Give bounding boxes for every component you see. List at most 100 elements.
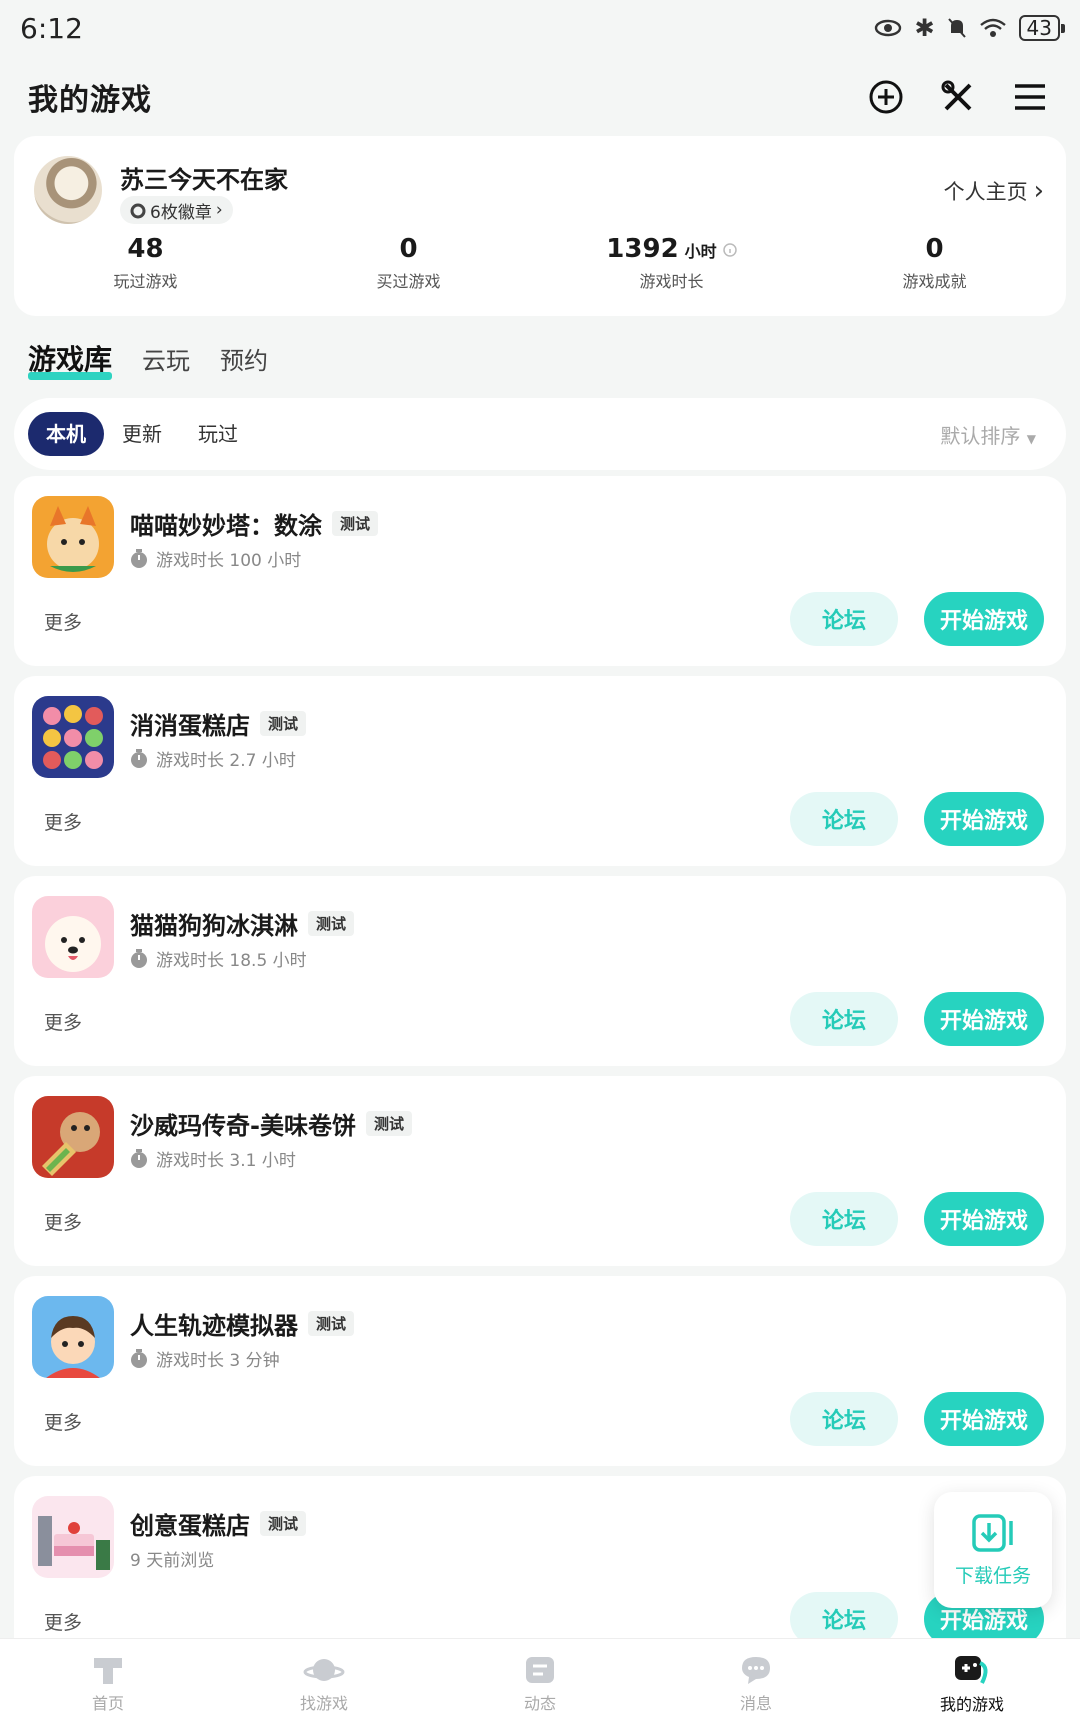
nav-label: 首页 (91, 1693, 124, 1713)
page-header: 我的游戏 (0, 62, 1080, 132)
forum-button[interactable]: 论坛 (790, 1192, 898, 1246)
play-time: 9 天前浏览 (130, 1546, 214, 1571)
dog-icon[interactable] (32, 896, 114, 978)
start-game-button[interactable]: 开始游戏 (924, 792, 1044, 846)
stat-label: 游戏成就 (902, 272, 967, 291)
homepage-link[interactable]: 个人主页 › (944, 176, 1044, 206)
more-button[interactable]: 更多 (44, 1608, 82, 1635)
avatar[interactable] (34, 156, 102, 224)
badge-count: 6枚徽章 (150, 202, 212, 223)
menu-button[interactable] (1008, 75, 1052, 119)
download-icon (972, 1513, 1013, 1552)
game-title-row: 消消蛋糕店 测试 (130, 706, 307, 741)
eye-icon (875, 19, 902, 37)
tab-reservations[interactable]: 预约 (220, 341, 268, 376)
more-button[interactable]: 更多 (44, 1008, 82, 1035)
more-button[interactable]: 更多 (44, 808, 82, 835)
play-time: 游戏时长 100 小时 (130, 546, 301, 571)
nav-label: 找游戏 (299, 1693, 348, 1713)
nav-messages[interactable]: 消息 (648, 1639, 864, 1728)
sort-dropdown[interactable]: 默认排序 ▼ (940, 420, 1052, 449)
play-time: 游戏时长 18.5 小时 (130, 946, 307, 971)
game-list: 喵喵妙妙塔：数涂 测试 游戏时长 100 小时 更多 论坛 开始游戏 消消蛋糕店… (14, 476, 1066, 1676)
play-time: 游戏时长 2.7 小时 (130, 746, 296, 771)
stat-playtime[interactable]: 1392 小时 游戏时长 (540, 234, 803, 292)
filter-chip-local[interactable]: 本机 (28, 412, 104, 456)
start-game-button[interactable]: 开始游戏 (924, 592, 1044, 646)
more-button[interactable]: 更多 (44, 1408, 82, 1435)
stat-value: 0 (399, 234, 418, 264)
play-time-text: 游戏时长 2.7 小时 (156, 751, 296, 771)
filter-chip-updates[interactable]: 更新 (104, 412, 180, 456)
start-game-button[interactable]: 开始游戏 (924, 992, 1044, 1046)
test-tag: 测试 (308, 1311, 355, 1336)
stat-value: 1392 (606, 234, 679, 264)
test-tag: 测试 (260, 1511, 307, 1536)
add-game-button[interactable] (864, 75, 908, 119)
nav-feed[interactable]: 动态 (432, 1639, 648, 1728)
nav-home[interactable]: 首页 (0, 1639, 216, 1728)
status-bar: 6:12 ✱ 43 (0, 0, 1080, 56)
feed-icon (526, 1656, 554, 1683)
tools-button[interactable] (936, 75, 980, 119)
nav-my-games[interactable]: 我的游戏 (864, 1639, 1080, 1728)
play-time-text: 游戏时长 3 分钟 (156, 1351, 280, 1371)
forum-button[interactable]: 论坛 (790, 1392, 898, 1446)
game-card[interactable]: 沙威玛传奇-美味卷饼 测试 游戏时长 3.1 小时 更多 论坛 开始游戏 (14, 1076, 1066, 1266)
game-title-row: 沙威玛传奇-美味卷饼 测试 (130, 1106, 412, 1141)
start-game-button[interactable]: 开始游戏 (924, 1192, 1044, 1246)
profile-card: 苏三今天不在家 6枚徽章 › 个人主页 › 48 玩过游戏 0 买过游戏 139… (14, 136, 1066, 316)
main-tabs: 游戏库 云玩 预约 (28, 338, 268, 380)
tab-cloud-play[interactable]: 云玩 (142, 341, 190, 376)
play-time-text: 游戏时长 3.1 小时 (156, 1151, 296, 1171)
stat-label: 游戏时长 (639, 272, 704, 291)
play-time-text: 游戏时长 18.5 小时 (156, 951, 307, 971)
username: 苏三今天不在家 (120, 166, 288, 194)
forum-button[interactable]: 论坛 (790, 792, 898, 846)
game-card[interactable]: 人生轨迹模拟器 测试 游戏时长 3 分钟 更多 论坛 开始游戏 (14, 1276, 1066, 1466)
more-button[interactable]: 更多 (44, 608, 82, 635)
game-card[interactable]: 喵喵妙妙塔：数涂 测试 游戏时长 100 小时 更多 论坛 开始游戏 (14, 476, 1066, 666)
download-tasks-button[interactable]: 下载任务 (934, 1492, 1052, 1608)
shawarma-icon[interactable] (32, 1096, 114, 1178)
cupcake-icon[interactable] (32, 696, 114, 778)
play-time: 游戏时长 3 分钟 (130, 1346, 280, 1371)
nav-label: 消息 (739, 1693, 772, 1713)
badge-chip[interactable]: 6枚徽章 › (120, 196, 233, 224)
forum-button[interactable]: 论坛 (790, 592, 898, 646)
stat-played[interactable]: 48 玩过游戏 (14, 234, 277, 292)
game-title-row: 人生轨迹模拟器 测试 (130, 1306, 355, 1341)
stat-bought[interactable]: 0 买过游戏 (277, 234, 540, 292)
menu-icon (1015, 84, 1045, 110)
filter-chip-played[interactable]: 玩过 (180, 412, 256, 456)
nav-find-games[interactable]: 找游戏 (216, 1639, 432, 1728)
nav-label: 我的游戏 (939, 1694, 1004, 1714)
play-time-text: 游戏时长 100 小时 (156, 551, 302, 571)
home-icon (94, 1657, 122, 1684)
stat-label: 买过游戏 (376, 272, 441, 291)
cat-tower-icon[interactable] (32, 496, 114, 578)
stat-achievements[interactable]: 0 游戏成就 (803, 234, 1066, 292)
caret-down-icon: ▼ (1026, 431, 1036, 446)
nav-label: 动态 (523, 1693, 556, 1713)
tools-icon (941, 80, 972, 111)
life-sim-icon[interactable] (32, 1296, 114, 1378)
stat-unit: 小时 (684, 242, 717, 261)
medal-icon (130, 203, 146, 219)
cake-shop-icon[interactable] (32, 1496, 114, 1578)
forum-button[interactable]: 论坛 (790, 992, 898, 1046)
battery-indicator: 43 (1018, 15, 1066, 41)
game-card[interactable]: 消消蛋糕店 测试 游戏时长 2.7 小时 更多 论坛 开始游戏 (14, 676, 1066, 866)
bluetooth-icon: ✱ (914, 14, 935, 42)
game-title-row: 猫猫狗狗冰淇淋 测试 (130, 906, 355, 941)
game-title: 人生轨迹模拟器 (130, 1312, 298, 1340)
start-game-button[interactable]: 开始游戏 (924, 1392, 1044, 1446)
stopwatch-icon (131, 948, 147, 968)
more-button[interactable]: 更多 (44, 1208, 82, 1235)
stat-label: 玩过游戏 (113, 272, 178, 291)
game-title-row: 创意蛋糕店 测试 (130, 1506, 307, 1541)
info-icon[interactable] (722, 243, 737, 257)
game-card[interactable]: 猫猫狗狗冰淇淋 测试 游戏时长 18.5 小时 更多 论坛 开始游戏 (14, 876, 1066, 1066)
play-time-text: 9 天前浏览 (130, 1551, 215, 1571)
tab-game-library[interactable]: 游戏库 (28, 338, 113, 380)
